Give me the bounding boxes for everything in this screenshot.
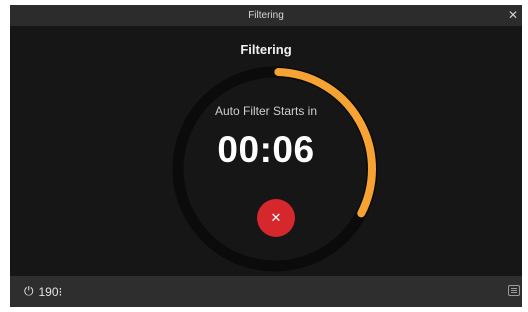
keyboard-icon[interactable] (508, 285, 520, 296)
power-indicator: ⏻ 190⁝ (24, 276, 62, 307)
auto-filter-label: Auto Filter Starts in (214, 104, 318, 118)
status-bar: ⏻ 190⁝ (10, 276, 522, 307)
filtering-window: Filtering ✕ Filtering Auto Filter Starts… (10, 5, 522, 307)
countdown-timer: 00:06 (217, 129, 315, 170)
close-icon: ✕ (270, 210, 282, 225)
filtering-panel: Filtering Auto Filter Starts in 00:06 ✕ (10, 26, 522, 276)
window-title: Filtering (248, 10, 284, 21)
close-icon[interactable]: ✕ (508, 5, 518, 26)
power-value: 190⁝ (38, 284, 63, 299)
title-bar: Filtering ✕ (10, 5, 522, 26)
cancel-button[interactable]: ✕ (257, 199, 295, 237)
power-icon: ⏻ (24, 284, 34, 298)
